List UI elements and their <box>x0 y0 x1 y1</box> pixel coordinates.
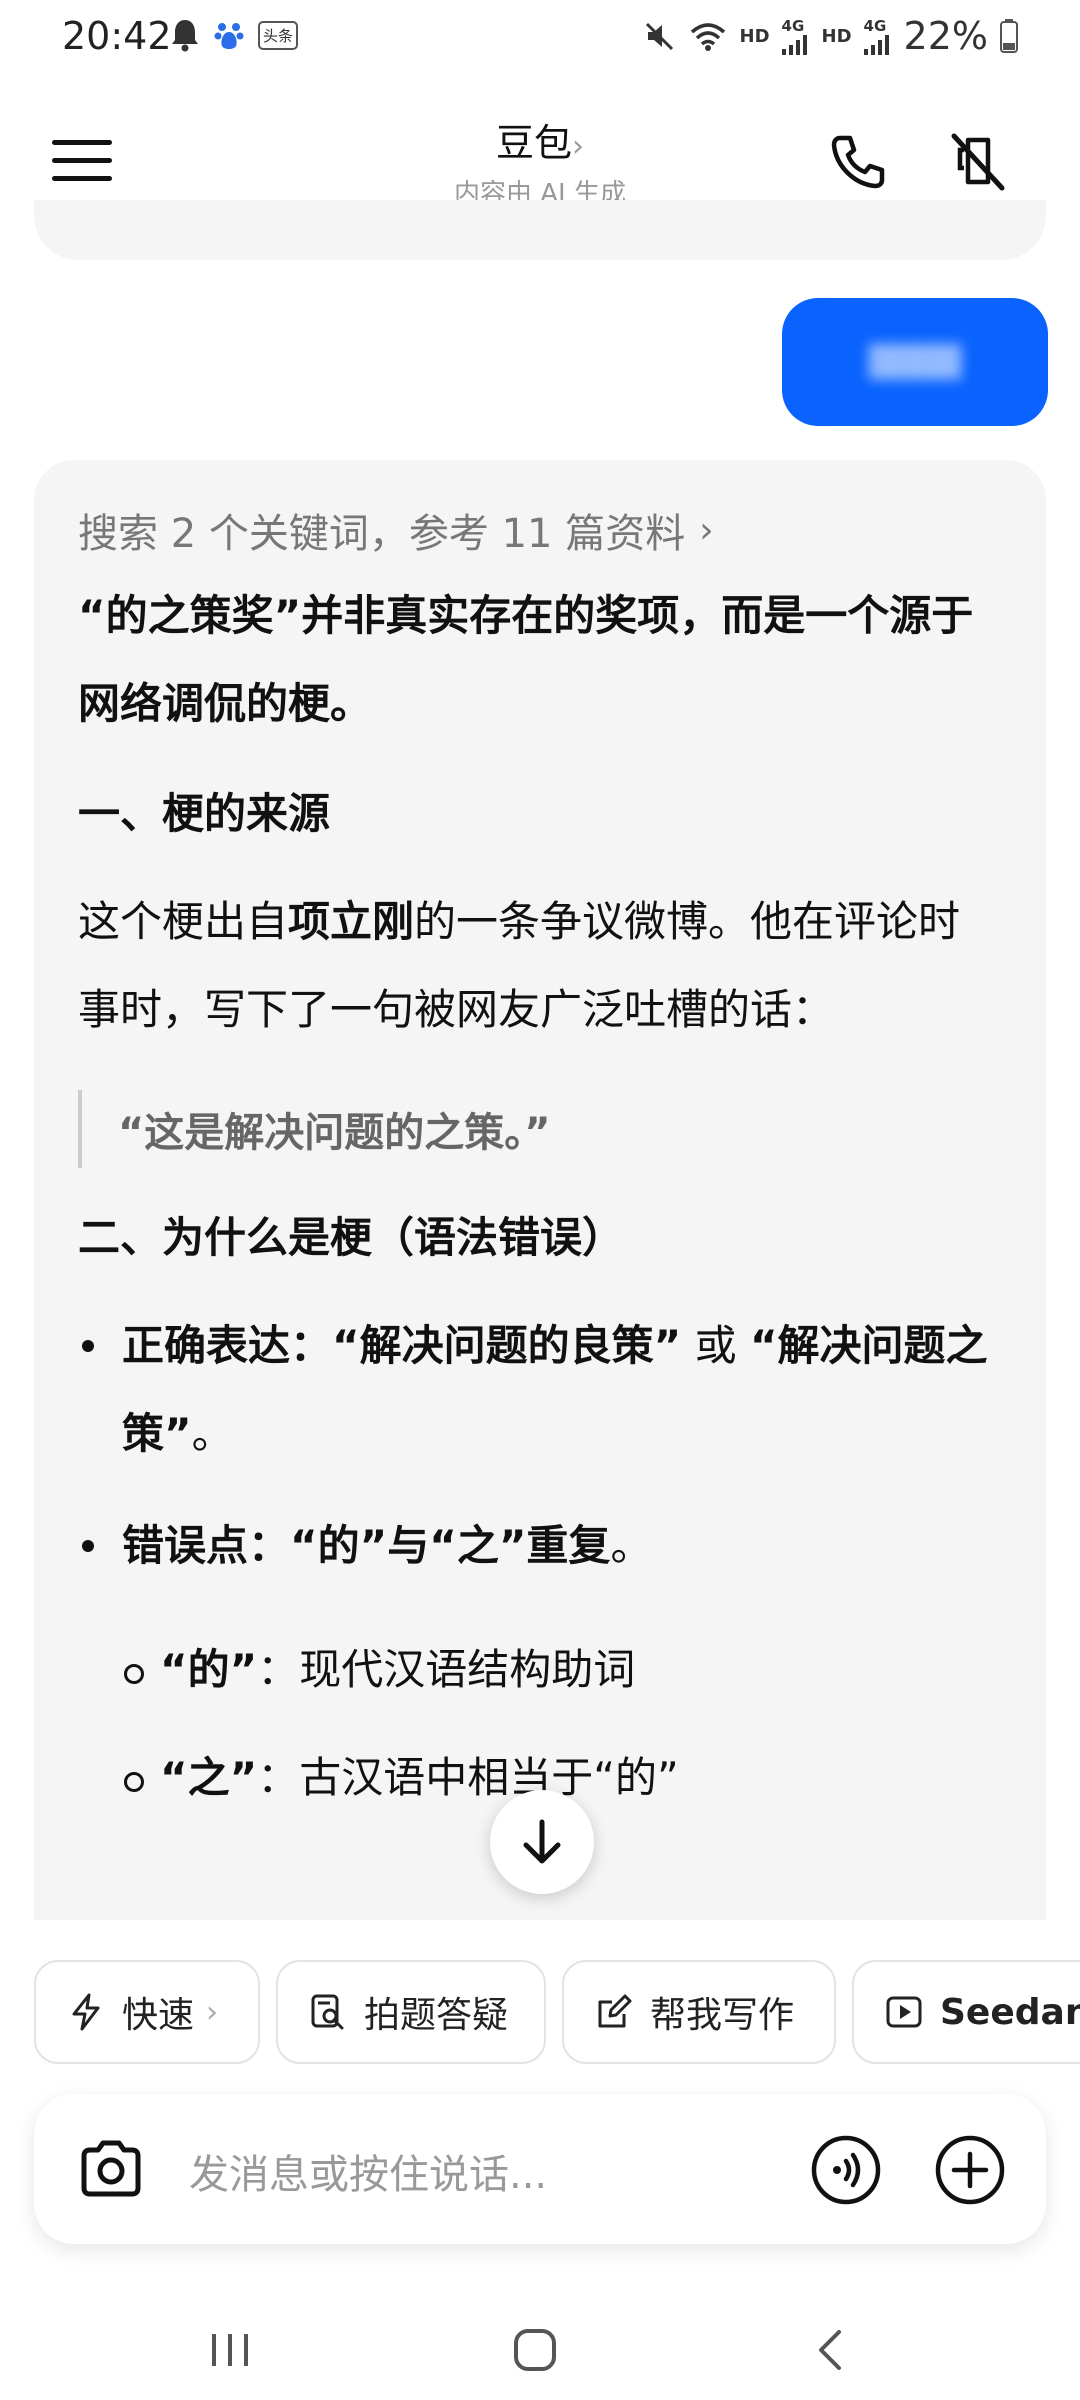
chevron-right-icon: › <box>572 129 584 164</box>
quote-block: “这是解决问题的之策。” <box>78 1090 1002 1168</box>
toutiao-badge-icon: 头条 <box>258 20 299 50</box>
hd-label-2: HD <box>821 25 852 47</box>
system-nav-bar <box>0 2300 1080 2400</box>
mute-icon <box>645 22 673 51</box>
person-name: 项立刚 <box>288 897 415 946</box>
chevron-right-icon: › <box>206 1994 219 2030</box>
status-notification-icons: 头条 <box>170 18 299 52</box>
scan-doc-icon <box>311 1994 344 2030</box>
chip-label: Seedan <box>940 1991 1080 2033</box>
menu-icon[interactable] <box>52 140 112 181</box>
battery-icon <box>1000 19 1018 53</box>
chip-label: 快速 <box>122 1995 195 2036</box>
status-bar: 20:42 头条 HD 4G HD 4G 22% <box>0 0 1080 75</box>
alarm-bell-icon <box>172 20 198 52</box>
phone-call-icon[interactable] <box>826 130 890 194</box>
previous-message-card <box>34 200 1046 260</box>
back-icon[interactable] <box>800 2320 860 2380</box>
plus-icon[interactable] <box>934 2134 1006 2206</box>
battery-percent: 22% <box>903 14 988 58</box>
ai-answer-card: 搜索 2 个关键词，参考 11 篇资料 › “的之策奖”并非真实存在的奖项，而是… <box>34 460 1046 1920</box>
chip-photo-question[interactable]: 拍题答疑 <box>276 1960 546 2064</box>
speaker-muted-icon[interactable] <box>946 130 1010 194</box>
chip-label: 拍题答疑 <box>364 1995 509 2036</box>
chip-fast-mode[interactable]: 快速 › <box>34 1960 260 2064</box>
status-right-icons: HD 4G HD 4G 22% <box>644 14 1018 58</box>
camera-icon[interactable] <box>76 2134 146 2204</box>
answer-intro: “的之策奖”并非真实存在的奖项，而是一个源于网络调侃的梗。 <box>78 591 974 728</box>
chip-label: 帮我写作 <box>650 1995 795 2036</box>
play-icon <box>886 1996 922 2028</box>
voice-call-icon[interactable] <box>810 2134 882 2206</box>
user-message-bubble[interactable]: ████ <box>782 298 1048 426</box>
list-item: 正确表达：“解决问题的良策” 或 “解决问题之策”。 <box>78 1302 1002 1478</box>
message-input-bar: 发消息或按住说话... <box>34 2094 1046 2244</box>
message-input[interactable]: 发消息或按住说话... <box>189 2142 547 2200</box>
chip-help-write[interactable]: 帮我写作 <box>562 1960 836 2064</box>
wifi-icon <box>690 23 725 51</box>
status-time: 20:42 <box>62 14 172 58</box>
signal-icon: 4G <box>781 17 810 55</box>
user-message-redacted: ████ <box>868 344 962 380</box>
scroll-to-bottom-button[interactable] <box>490 1790 594 1894</box>
search-references-text: 搜索 2 个关键词，参考 11 篇资料 <box>78 511 686 557</box>
signal-icon-2: 4G <box>863 17 892 55</box>
bolt-icon <box>72 1993 100 2031</box>
quick-action-chips: 快速 › 拍题答疑 帮我写作 Seedan <box>34 1960 1080 2064</box>
chat-title-block[interactable]: 豆包› 内容由 AI 生成 <box>340 112 740 210</box>
chevron-right-icon: › <box>699 509 714 551</box>
edit-icon <box>598 1994 632 2028</box>
home-icon[interactable] <box>505 2320 565 2380</box>
section-heading-origin: 一、梗的来源 <box>78 789 331 838</box>
hd-label: HD <box>739 25 770 47</box>
search-references-link[interactable]: 搜索 2 个关键词，参考 11 篇资料 › <box>78 500 1002 560</box>
baidu-paw-icon <box>214 23 244 49</box>
arrow-down-icon <box>523 1819 561 1864</box>
chip-seedance[interactable]: Seedan <box>852 1960 1080 2064</box>
section-heading-why: 二、为什么是梗（语法错误） <box>78 1213 625 1262</box>
recent-apps-icon[interactable] <box>200 2320 260 2380</box>
sub-list-item: “的”：现代汉语结构助词 <box>78 1626 1002 1714</box>
chat-title[interactable]: 豆包 <box>496 121 572 165</box>
origin-paragraph: 这个梗出自项立刚的一条争议微博。他在评论时事时，写下了一句被网友广泛吐槽的话： <box>78 897 961 1034</box>
list-item: 错误点：“的”与“之”重复。 <box>78 1502 1002 1590</box>
